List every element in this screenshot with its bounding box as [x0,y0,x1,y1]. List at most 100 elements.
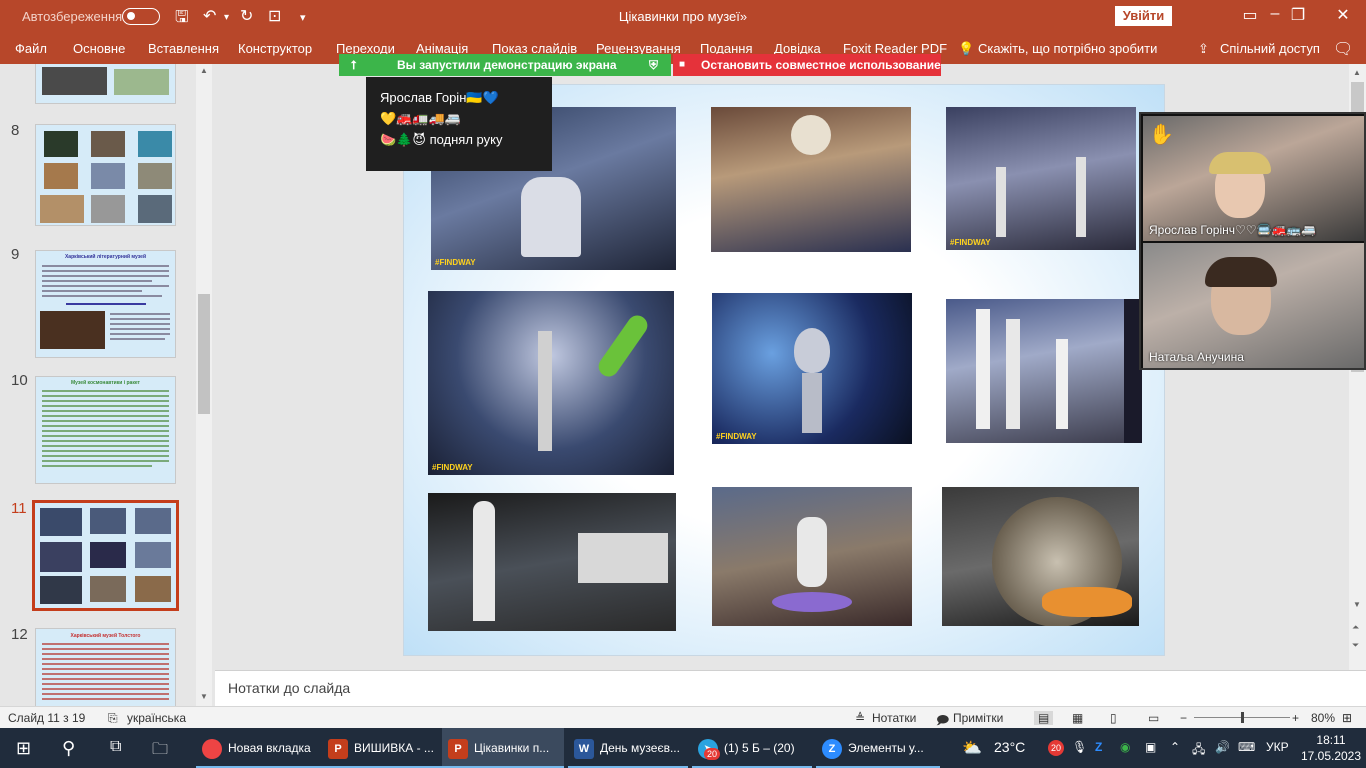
file-explorer-icon[interactable]: 🗀 [152,738,168,765]
findway-watermark: #FINDWAY [950,238,991,247]
thumbnail-scrollbar[interactable]: ▲ ▼ [196,64,212,706]
autosave-label: Автозбереження [22,9,123,24]
title-bar: Автозбереження 🖫 ↶ ▾ ↻ ⊡ ▾ Цікавинки про… [0,0,1366,34]
tray-badge-icon[interactable]: 20 [1048,740,1064,756]
zoom-app-icon: Z [822,738,842,759]
slide-thumbnail-12[interactable]: Харківський музей Толстого [35,628,176,706]
museum-photo-3[interactable]: #FINDWAY [946,107,1136,250]
search-icon[interactable]: ⚲ [62,738,75,759]
notes-toggle-button[interactable]: Нотатки [872,711,916,725]
task-powerpoint-vyshyvka[interactable]: P ВИШИВКА - ... [322,728,442,768]
task-chrome[interactable]: Новая вкладка [196,728,322,768]
spellcheck-icon[interactable]: ⎘ [108,711,118,726]
tab-insert[interactable]: Вставлення [148,41,219,56]
slide-12-title: Харківський музей Толстого [70,633,141,639]
museum-photo-4[interactable]: #FINDWAY [428,291,674,475]
slide-thumbnail-9[interactable]: Харківський літературний музей [35,250,176,358]
undo-dropdown-icon[interactable]: ▾ [224,12,229,23]
lightbulb-icon: 💡 [958,41,975,56]
language-indicator[interactable]: українська [127,711,186,725]
slide-counter: Слайд 11 з 19 [8,711,86,725]
findway-watermark: #FINDWAY [435,258,476,267]
pin-icon[interactable]: ⭡ [351,54,357,76]
scroll-down-icon[interactable]: ▼ [200,692,208,701]
slide-thumbnail-7[interactable] [35,64,176,104]
participant-name: Натаља Анучина [1149,350,1244,364]
slide-thumbnail-10[interactable]: Музей космонавтики і ракет [35,376,176,484]
close-icon[interactable]: ✕ [1323,5,1363,25]
keyboard-icon[interactable]: ⌨ [1238,740,1255,754]
comments-toggle-button[interactable]: Примітки [953,711,1003,725]
network-icon[interactable]: 🖧 [1192,740,1205,761]
tab-home[interactable]: Основне [73,41,125,56]
participant-tile-2[interactable]: Натаља Анучина [1143,243,1364,368]
task-powerpoint-active[interactable]: P Цікавинки п... [442,728,564,768]
reading-view-icon[interactable]: ▯ [1110,711,1117,725]
stop-sharing-button[interactable]: ■ Остановить совместное использование [673,54,941,76]
sign-in-button[interactable]: Увійти [1115,6,1172,26]
zoom-in-icon[interactable]: + [1292,711,1299,725]
museum-photo-9[interactable] [942,487,1139,626]
redo-icon[interactable]: ↻ [240,6,253,26]
system-clock[interactable]: 18:11 17.05.2023 [1300,732,1362,764]
volume-icon[interactable]: 🔊 [1215,740,1230,754]
museum-photo-7[interactable] [428,493,676,631]
slide-thumbnail-11-selected[interactable] [32,500,179,611]
share-button[interactable]: Спільний доступ [1220,41,1320,56]
museum-photo-5[interactable]: #FINDWAY [712,293,912,444]
tray-app-icon[interactable]: ▣ [1145,740,1156,754]
task-view-icon[interactable]: ⧉ [110,738,121,756]
task-telegram[interactable]: ➤(1) 5 Б – (20) 20 [692,728,812,768]
hand-raise-notification: Ярослав Горін🇺🇦💙 💛🚒🚛🚚🚐 🍉🌲😈 поднял руку [366,77,552,171]
weather-temperature[interactable]: 23°C [994,739,1025,755]
stop-icon: ■ [679,59,686,70]
scroll-up-icon[interactable]: ▲ [1353,68,1361,77]
previous-slide-icon[interactable]: ⏶ [1352,622,1359,633]
participant-tile-1[interactable]: ✋ Ярослав Горінч♡♡🚍🚒🚌🚐 [1143,116,1364,241]
next-slide-icon[interactable]: ⏷ [1352,640,1359,651]
thumbnail-scroll-thumb[interactable] [198,294,210,414]
chat-tray-icon[interactable]: ◉ [1120,740,1130,754]
slide-sorter-icon[interactable]: ▦ [1072,711,1083,725]
slide-number-11: 11 [11,500,27,517]
museum-photo-6[interactable] [946,299,1142,443]
comments-icon[interactable]: 🗨 [1333,39,1353,59]
powerpoint-icon: P [448,738,468,759]
show-hidden-icons[interactable]: ⌃ [1170,740,1180,754]
museum-photo-2[interactable] [711,107,911,252]
zoom-level[interactable]: 80% [1311,711,1335,725]
restore-icon[interactable]: ❐ [1278,5,1318,25]
undo-icon[interactable]: ↶ [203,6,216,26]
scroll-down-icon[interactable]: ▼ [1353,600,1361,609]
task-zoom[interactable]: Z Элементы у... [816,728,940,768]
slide-thumbnail-8[interactable] [35,124,176,226]
windows-start-icon[interactable]: ⊞ [16,738,31,759]
status-bar: Слайд 11 з 19 ⎘ українська ≜ Нотатки 🗩 П… [0,706,1366,728]
tell-me-search[interactable]: Скажіть, що потрібно зробити [978,41,1157,56]
museum-photo-8[interactable] [712,487,912,626]
participant-name: Ярослав Горінч♡♡🚍🚒🚌🚐 [1149,223,1317,237]
fit-to-window-icon[interactable]: ⊞ [1342,711,1352,725]
powerpoint-icon: P [328,738,348,759]
input-language[interactable]: УКР [1266,740,1289,754]
task-word[interactable]: W День музеєв... [568,728,688,768]
slide-notes-pane[interactable]: Нотатки до слайда [215,670,1366,706]
ukraine-heart-emoji: 🇺🇦💙 [466,90,499,105]
tab-design[interactable]: Конструктор [238,41,312,56]
tab-file[interactable]: Файл [15,41,47,56]
scroll-up-icon[interactable]: ▲ [200,66,208,75]
customize-toolbar-icon[interactable]: ▾ [300,11,306,24]
notification-name: Ярослав Горін🇺🇦💙 [380,90,499,105]
zoom-out-icon[interactable]: − [1180,711,1187,725]
autosave-toggle[interactable] [122,8,160,25]
slideshow-view-icon[interactable]: ▭ [1148,711,1159,725]
microphone-icon[interactable]: 🎙 [1072,740,1087,754]
normal-view-icon[interactable]: ▤ [1034,711,1054,725]
save-icon[interactable]: 🖫 [175,6,189,33]
zoom-slider-thumb[interactable] [1241,712,1244,723]
findway-watermark: #FINDWAY [432,463,473,472]
start-slideshow-icon[interactable]: ⊡ [268,6,281,26]
chrome-icon [202,738,222,759]
slide-10-title: Музей космонавтики і ракет [70,380,140,386]
zoom-tray-icon[interactable]: Z [1095,740,1102,754]
